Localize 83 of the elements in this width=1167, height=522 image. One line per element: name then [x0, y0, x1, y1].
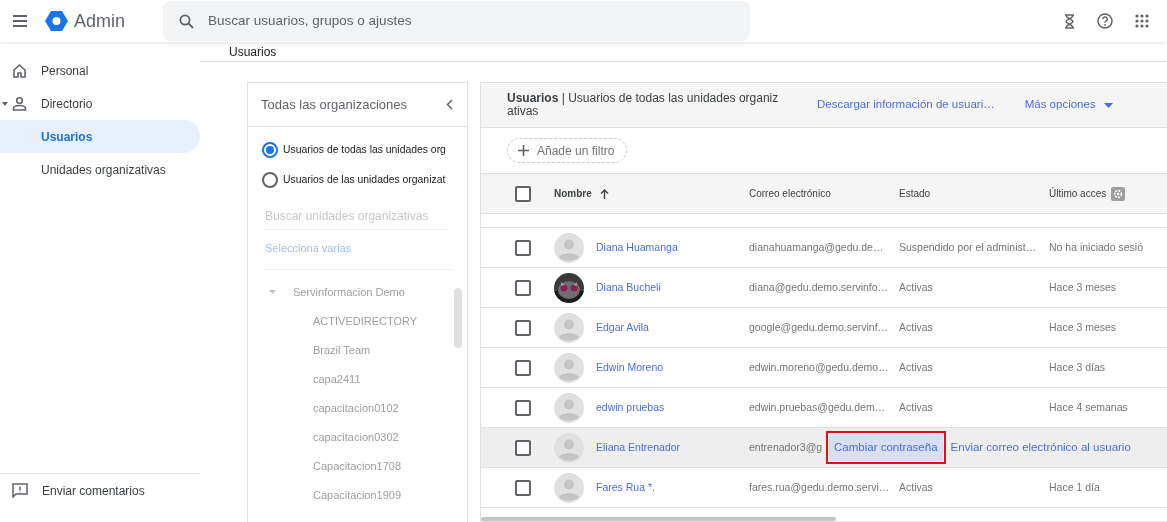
table-cell: dianahuamanga@gedu.de… [749, 240, 884, 253]
table-cell: fares.rua@gedu.demo.servi… [749, 480, 890, 493]
tree-item[interactable]: capacitacion0102 [265, 393, 454, 423]
table-cell: Hace 3 meses [1049, 320, 1117, 333]
tree-item[interactable]: ACTIVEDIRECTORY [265, 306, 454, 336]
table-cell: Suspendido por el administ… [899, 240, 1037, 253]
tree-item[interactable]: Brazil Team [265, 335, 454, 365]
table-cell: Activas [899, 320, 933, 333]
table-cell: edwin.pruebas@gedu.dem… [749, 400, 886, 413]
search-field[interactable]: Buscar usuarios, grupos o ajustes [163, 1, 751, 41]
user-name-link[interactable]: Edwin Moreno [596, 359, 664, 376]
sidebar-item[interactable]: Unidades organizativas [0, 153, 200, 186]
app-title: Admin [74, 9, 126, 33]
checkbox[interactable] [515, 185, 531, 202]
table-cell: Activas [899, 280, 933, 293]
change-password-button[interactable]: Cambiar contraseña [829, 433, 943, 462]
scrollbar[interactable] [454, 287, 462, 348]
filter-button[interactable]: Añade un filtro [507, 138, 628, 163]
table-cell: No ha iniciado sesió [1049, 240, 1143, 253]
send-email-button[interactable]: Enviar correo electrónico al usuario [945, 433, 1136, 462]
sidebar-item[interactable]: Directorio [0, 87, 200, 120]
arrow-up-icon [599, 188, 609, 199]
apps-icon[interactable] [1135, 14, 1149, 28]
sidebar-item[interactable]: Personal [0, 54, 200, 87]
caret-icon [1103, 102, 1113, 108]
column-header: Correo electrónico [749, 188, 831, 199]
checkbox[interactable] [515, 439, 531, 456]
user-name-link[interactable]: Diana Bucheli [596, 279, 661, 296]
table-cell: Activas [899, 480, 933, 493]
more-options-button[interactable]: Más opciones [1024, 96, 1113, 114]
column-header[interactable]: Nombre [554, 186, 609, 201]
logo-icon [45, 10, 68, 32]
panel-title: Todas las organizaciones [261, 95, 407, 114]
table-cell: Hace 1 día [1049, 480, 1100, 493]
user-name-link[interactable]: edwin pruebas [596, 399, 665, 416]
person-icon [12, 96, 27, 111]
table-cell: entrenador3@g [749, 440, 823, 453]
table-cell: Hace 4 semanas [1049, 400, 1128, 413]
table-cell: Hace 3 días [1049, 360, 1106, 373]
tree-item[interactable]: capacitacion0302 [265, 422, 454, 452]
settings-icon[interactable] [1111, 186, 1126, 201]
radio-option[interactable]: Usuarios de todas las unidades org [248, 135, 467, 165]
user-name-link[interactable]: Fares Rua *. [596, 479, 655, 496]
tree-item[interactable]: Capacitacion1909 [265, 480, 454, 510]
table-cell: google@gedu.demo.servinf… [749, 320, 889, 333]
option-label: Usuarios de las unidades organizat [283, 173, 446, 188]
table-cell: edwin.moreno@gedu.demo… [749, 360, 889, 373]
tree-item[interactable]: Servinformacion Demo [265, 277, 454, 307]
table-cell: Activas [899, 400, 933, 413]
table-cell: Activas [899, 360, 933, 373]
table-cell: Hace 3 meses [1049, 280, 1117, 293]
hourglass-icon[interactable] [1064, 13, 1075, 29]
checkbox[interactable] [515, 399, 531, 416]
tree-item[interactable]: Capacitacion1708 [265, 451, 454, 481]
table-cell: diana@gedu.demo.servinfo… [749, 280, 889, 293]
panel-title: Usuarios | Usuarios de todas las unidades organiz ativas [507, 92, 780, 118]
column-header: Estado [899, 188, 931, 199]
chevron-left-icon[interactable] [446, 99, 453, 110]
checkbox[interactable] [515, 359, 531, 376]
menu-icon[interactable] [13, 15, 27, 27]
radio-option[interactable]: Usuarios de las unidades organizat [248, 165, 467, 195]
download-link[interactable]: Descargar información de usuari… [817, 96, 995, 114]
checkbox[interactable] [515, 239, 531, 256]
feedback-icon [12, 483, 28, 498]
tree-item[interactable]: capa2411 [265, 364, 454, 394]
radio-button[interactable] [262, 172, 278, 188]
plus-icon [518, 145, 529, 156]
option-label: Usuarios de todas las unidades org [283, 143, 446, 158]
feedback-link[interactable]: Enviar comentarios [42, 481, 145, 500]
sidebar-item[interactable]: Usuarios [0, 120, 200, 153]
checkbox[interactable] [515, 319, 531, 336]
search-input[interactable]: Buscar usuarios, grupos o ajustes [206, 9, 727, 33]
column-header: Último acces [1049, 186, 1107, 201]
checkbox[interactable] [515, 479, 531, 496]
help-icon[interactable] [1097, 13, 1113, 29]
home-icon [12, 63, 27, 78]
user-name-link[interactable]: Diana Huamanga [596, 239, 678, 256]
search-icon [179, 13, 195, 29]
checkbox[interactable] [515, 279, 531, 296]
breadcrumb: Usuarios [229, 43, 277, 61]
user-name-link[interactable]: Eliana Entrenador [596, 439, 681, 456]
radio-button[interactable] [262, 142, 278, 158]
user-name-link[interactable]: Edgar Avila [596, 319, 649, 336]
